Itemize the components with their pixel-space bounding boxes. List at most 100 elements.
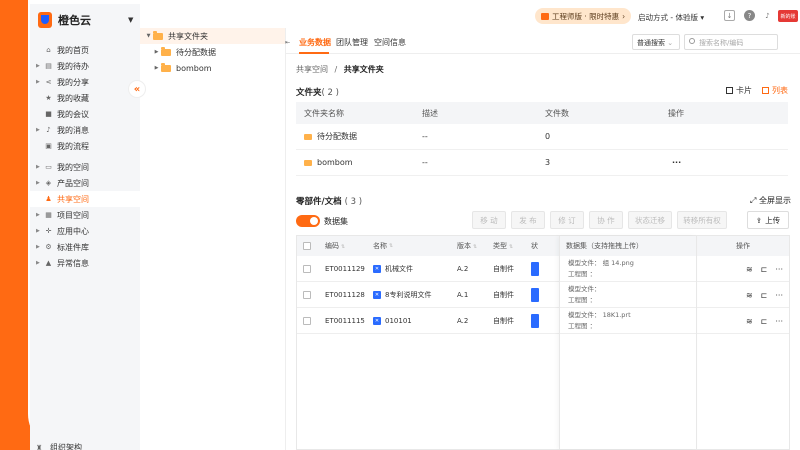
tab-business-data[interactable]: 业务数据 (299, 37, 331, 48)
breadcrumb-parent[interactable]: 共享空间 (296, 65, 328, 74)
parts-title-text: 零部件/文档 (296, 197, 342, 207)
sidebar-item-product-space[interactable]: ▶ ◈ 产品空间 (30, 175, 140, 191)
dataset-toggle[interactable] (296, 215, 320, 227)
sidebar-item-app-center[interactable]: ▶ ✛ 应用中心 (30, 223, 140, 239)
sidebar-item-todo[interactable]: ▶ ▤ 我的待办 (30, 58, 140, 74)
sidebar-item-label: 我的消息 (57, 125, 89, 135)
state-transition-button[interactable]: 状态迁移 (628, 211, 672, 229)
bell-icon[interactable]: ♪ (762, 10, 773, 21)
sidebar-item-shared-space[interactable]: ♟ 共享空间 (30, 191, 140, 207)
app-window: 橙色云 ▼ ⌂ 我的首页 ▶ ▤ 我的待办 ▶ ⋖ 我的分享 ★ 我的收藏 ■ 我的会议 ▶ ♪… (30, 4, 800, 450)
publish-button[interactable]: 发 布 (511, 211, 545, 229)
sidebar-item-favorites[interactable]: ★ 我的收藏 (30, 90, 140, 106)
row-checkbox[interactable] (303, 264, 311, 273)
sidebar-item-label: 标准件库 (57, 242, 89, 252)
login-mode-dropdown[interactable]: 启动方式 - 体验版 ▾ (638, 12, 704, 23)
sidebar-item-share[interactable]: ▶ ⋖ 我的分享 (30, 74, 140, 90)
sidebar-item-standard-parts[interactable]: ▶ ⚙ 标准件库 (30, 239, 140, 255)
collapse-tree-icon[interactable]: ⇤ (285, 39, 290, 46)
column-header[interactable]: 编码 ⇅ (317, 241, 373, 251)
sidebar-item-org[interactable]: ♜ 组织架构 (36, 442, 82, 450)
list-icon (762, 87, 769, 94)
model-file[interactable]: 模型文件： 18K1.prt (568, 310, 696, 321)
part-name[interactable]: 机械文件 (385, 264, 413, 274)
transfer-ownership-button[interactable]: 转移所有权 (677, 211, 727, 229)
part-name[interactable]: 010101 (385, 317, 412, 325)
upload-button[interactable]: ⇪ 上传 (747, 211, 789, 229)
sidebar-item-label: 我的分享 (57, 77, 89, 87)
part-version: A.2 (457, 264, 469, 273)
stack-icon[interactable]: ≋ (746, 265, 753, 274)
dataset-cell[interactable]: 模型文件： 18K1.prt 工程图 ： (560, 308, 696, 334)
expand-arrow-icon[interactable]: ▶ (152, 65, 161, 71)
tab-team-management[interactable]: 团队管理 (336, 37, 368, 48)
column-header[interactable]: 类型 ⇅ (493, 241, 531, 251)
sidebar-item-label: 我的收藏 (57, 93, 89, 103)
row-checkbox[interactable] (303, 316, 311, 325)
drawing-file[interactable]: 工程图 ： (568, 321, 696, 332)
table-row[interactable]: bombom -- 3 ··· (296, 150, 788, 176)
column-header[interactable]: 版本 ⇅ (457, 241, 493, 251)
brand[interactable]: 橙色云 (38, 12, 91, 28)
avatar[interactable]: 新的账 (778, 10, 798, 22)
dataset-cell[interactable]: 模型文件： 工程图 ： (560, 282, 696, 308)
expand-arrow-icon: ▶ (36, 79, 40, 85)
branch-icon[interactable]: ⊏ (761, 265, 768, 274)
sidebar-item-meeting[interactable]: ■ 我的会议 (30, 106, 140, 122)
search-input[interactable]: 搜索名称/编码 (684, 34, 778, 50)
main-content: ⇤ 业务数据 团队管理 空间信息 普通搜索 ⌄ 搜索名称/编码 共享空间 / 共… (285, 28, 800, 450)
model-file[interactable]: 模型文件： (568, 284, 696, 295)
model-file[interactable]: 模型文件： 组 14.png (568, 258, 696, 269)
revise-button[interactable]: 修 订 (550, 211, 584, 229)
branch-icon[interactable]: ⊏ (761, 317, 768, 326)
list-view-button[interactable]: 列表 (762, 85, 788, 96)
folder-icon (304, 133, 312, 140)
breadcrumb-current: 共享文件夹 (343, 65, 384, 74)
part-code: ET0011129 (325, 264, 365, 273)
stack-icon[interactable]: ≋ (746, 317, 753, 326)
sidebar-item-exceptions[interactable]: ▶ ▲ 异常信息 (30, 255, 140, 271)
tree-node-child[interactable]: ▶ bombom (140, 60, 285, 76)
tree-node-child[interactable]: ▶ 待分配数据 (140, 44, 285, 60)
collapse-sidebar-button[interactable]: « (128, 80, 146, 98)
expand-arrow-icon[interactable]: ▼ (144, 33, 153, 39)
collaborate-button[interactable]: 协 作 (589, 211, 623, 229)
folder-name[interactable]: bombom (317, 158, 353, 167)
more-icon[interactable]: ··· (668, 158, 788, 167)
more-icon[interactable]: ··· (775, 265, 783, 274)
column-header[interactable]: 名称 ⇅ (373, 241, 457, 251)
select-all-checkbox[interactable] (303, 242, 311, 250)
sidebar-item-my-space[interactable]: ▶ ▭ 我的空间 (30, 159, 140, 175)
column-header-label: 名称 (373, 242, 387, 250)
fullscreen-button[interactable]: ⤢ 全屏显示 (750, 195, 791, 206)
status-badge (531, 313, 539, 328)
part-name[interactable]: 8专利说明文件 (385, 290, 431, 300)
table-row[interactable]: 待分配数据 -- 0 (296, 124, 788, 150)
row-checkbox[interactable] (303, 290, 311, 299)
sidebar-item-home[interactable]: ⌂ 我的首页 (30, 42, 140, 58)
download-icon[interactable]: ↓ (724, 10, 735, 21)
branch-icon[interactable]: ⊏ (761, 291, 768, 300)
dataset-cell[interactable]: 模型文件： 组 14.png 工程图 ： (560, 256, 696, 282)
drawing-file[interactable]: 工程图 ： (568, 295, 696, 306)
folder-name[interactable]: 待分配数据 (317, 131, 357, 142)
search-mode-select[interactable]: 普通搜索 ⌄ (632, 34, 680, 50)
tab-space-info[interactable]: 空间信息 (374, 37, 406, 48)
tree-node-root[interactable]: ▼ 共享文件夹 (140, 28, 285, 44)
card-view-button[interactable]: 卡片 (726, 85, 752, 96)
promo-button[interactable]: 工程师版 · 限时特惠 › (535, 8, 632, 24)
row-actions: ≋ ⊏ ··· (697, 282, 789, 308)
column-header: 文件数 (545, 108, 569, 118)
move-button[interactable]: 移 动 (472, 211, 506, 229)
more-icon[interactable]: ··· (775, 291, 783, 300)
sidebar-item-project-space[interactable]: ▶ ▦ 项目空间 (30, 207, 140, 223)
caret-down-icon[interactable]: ▼ (128, 16, 133, 24)
sidebar-item-messages[interactable]: ▶ ♪ 我的消息 (30, 122, 140, 138)
drawing-file[interactable]: 工程图 ： (568, 269, 696, 280)
more-icon[interactable]: ··· (775, 317, 783, 326)
sidebar-item-flow[interactable]: ▣ 我的流程 (30, 138, 140, 154)
stack-icon[interactable]: ≋ (746, 291, 753, 300)
help-icon[interactable]: ? (744, 10, 755, 21)
sidebar-nav: ⌂ 我的首页 ▶ ▤ 我的待办 ▶ ⋖ 我的分享 ★ 我的收藏 ■ 我的会议 ▶ ♪ 我的消息 ▣… (30, 42, 140, 271)
expand-arrow-icon[interactable]: ▶ (152, 49, 161, 55)
